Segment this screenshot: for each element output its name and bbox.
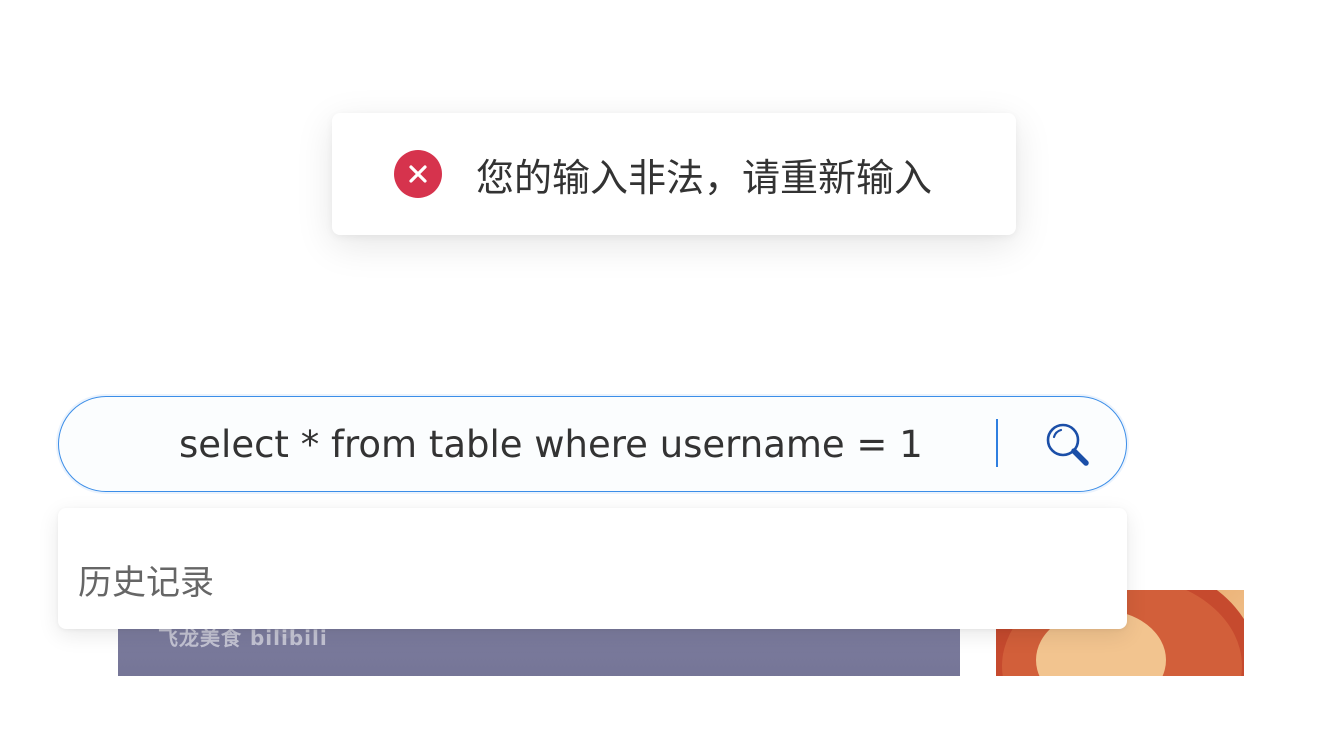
history-title: 历史记录 — [78, 563, 214, 603]
error-icon — [394, 150, 442, 198]
page: 飞龙美食 bilibili 您的输入非法，请重新输入 select * from… — [0, 0, 1326, 736]
search-input[interactable] — [179, 411, 999, 477]
page-bottom-area — [0, 676, 1326, 736]
toast-message: 您的输入非法，请重新输入 — [476, 155, 933, 200]
error-toast: 您的输入非法，请重新输入 — [332, 113, 1016, 235]
search-history-dropdown: 历史记录 — [58, 508, 1127, 629]
search-icon — [1046, 423, 1089, 466]
search-box[interactable] — [58, 396, 1127, 492]
text-caret — [996, 419, 998, 467]
search-button[interactable] — [1042, 419, 1094, 471]
